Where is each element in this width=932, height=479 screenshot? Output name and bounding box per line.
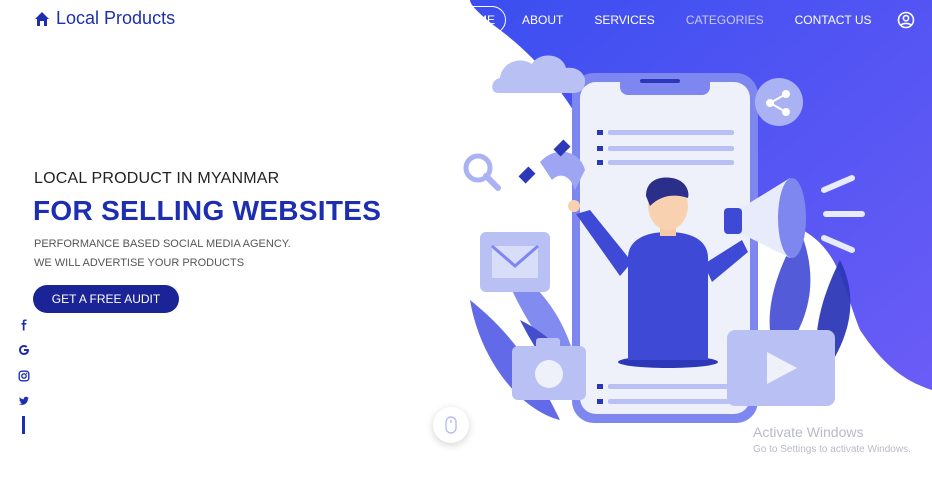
hero-subtext-line-2: WE WILL ADVERTISE YOUR PRODUCTS bbox=[34, 257, 245, 269]
get-free-audit-button[interactable]: GET A FREE AUDIT bbox=[33, 285, 179, 313]
nav-about[interactable]: ABOUT bbox=[522, 6, 563, 34]
twitter-icon[interactable] bbox=[14, 393, 34, 409]
nav-categories[interactable]: CATEGORIES bbox=[686, 6, 764, 34]
hero-eyebrow: LOCAL PRODUCT IN MYANMAR bbox=[34, 170, 280, 187]
brand-name: Local Products bbox=[56, 8, 176, 28]
user-circle-icon[interactable] bbox=[897, 11, 915, 29]
nav-home[interactable]: HOME bbox=[448, 6, 506, 34]
activate-windows-subtitle: Go to Settings to activate Windows. bbox=[753, 444, 911, 455]
hero-headline: FOR SELLING WEBSITES bbox=[33, 195, 382, 226]
home-icon bbox=[35, 11, 49, 26]
brand-logo[interactable]: Local Products bbox=[34, 8, 175, 29]
scroll-down-button[interactable] bbox=[433, 407, 469, 443]
main-nav: HOME ABOUT SERVICES CATEGORIES CONTACT U… bbox=[448, 6, 903, 34]
social-divider bbox=[22, 416, 25, 434]
hero-subtext-line-1: PERFORMANCE BASED SOCIAL MEDIA AGENCY. bbox=[34, 238, 291, 250]
nav-contact[interactable]: CONTACT US bbox=[795, 6, 872, 34]
activate-windows-title: Activate Windows bbox=[753, 424, 864, 440]
google-icon[interactable] bbox=[14, 342, 34, 358]
nav-services[interactable]: SERVICES bbox=[594, 6, 654, 34]
mouse-icon bbox=[445, 416, 457, 434]
facebook-icon[interactable] bbox=[14, 317, 34, 333]
instagram-icon[interactable] bbox=[14, 368, 34, 384]
